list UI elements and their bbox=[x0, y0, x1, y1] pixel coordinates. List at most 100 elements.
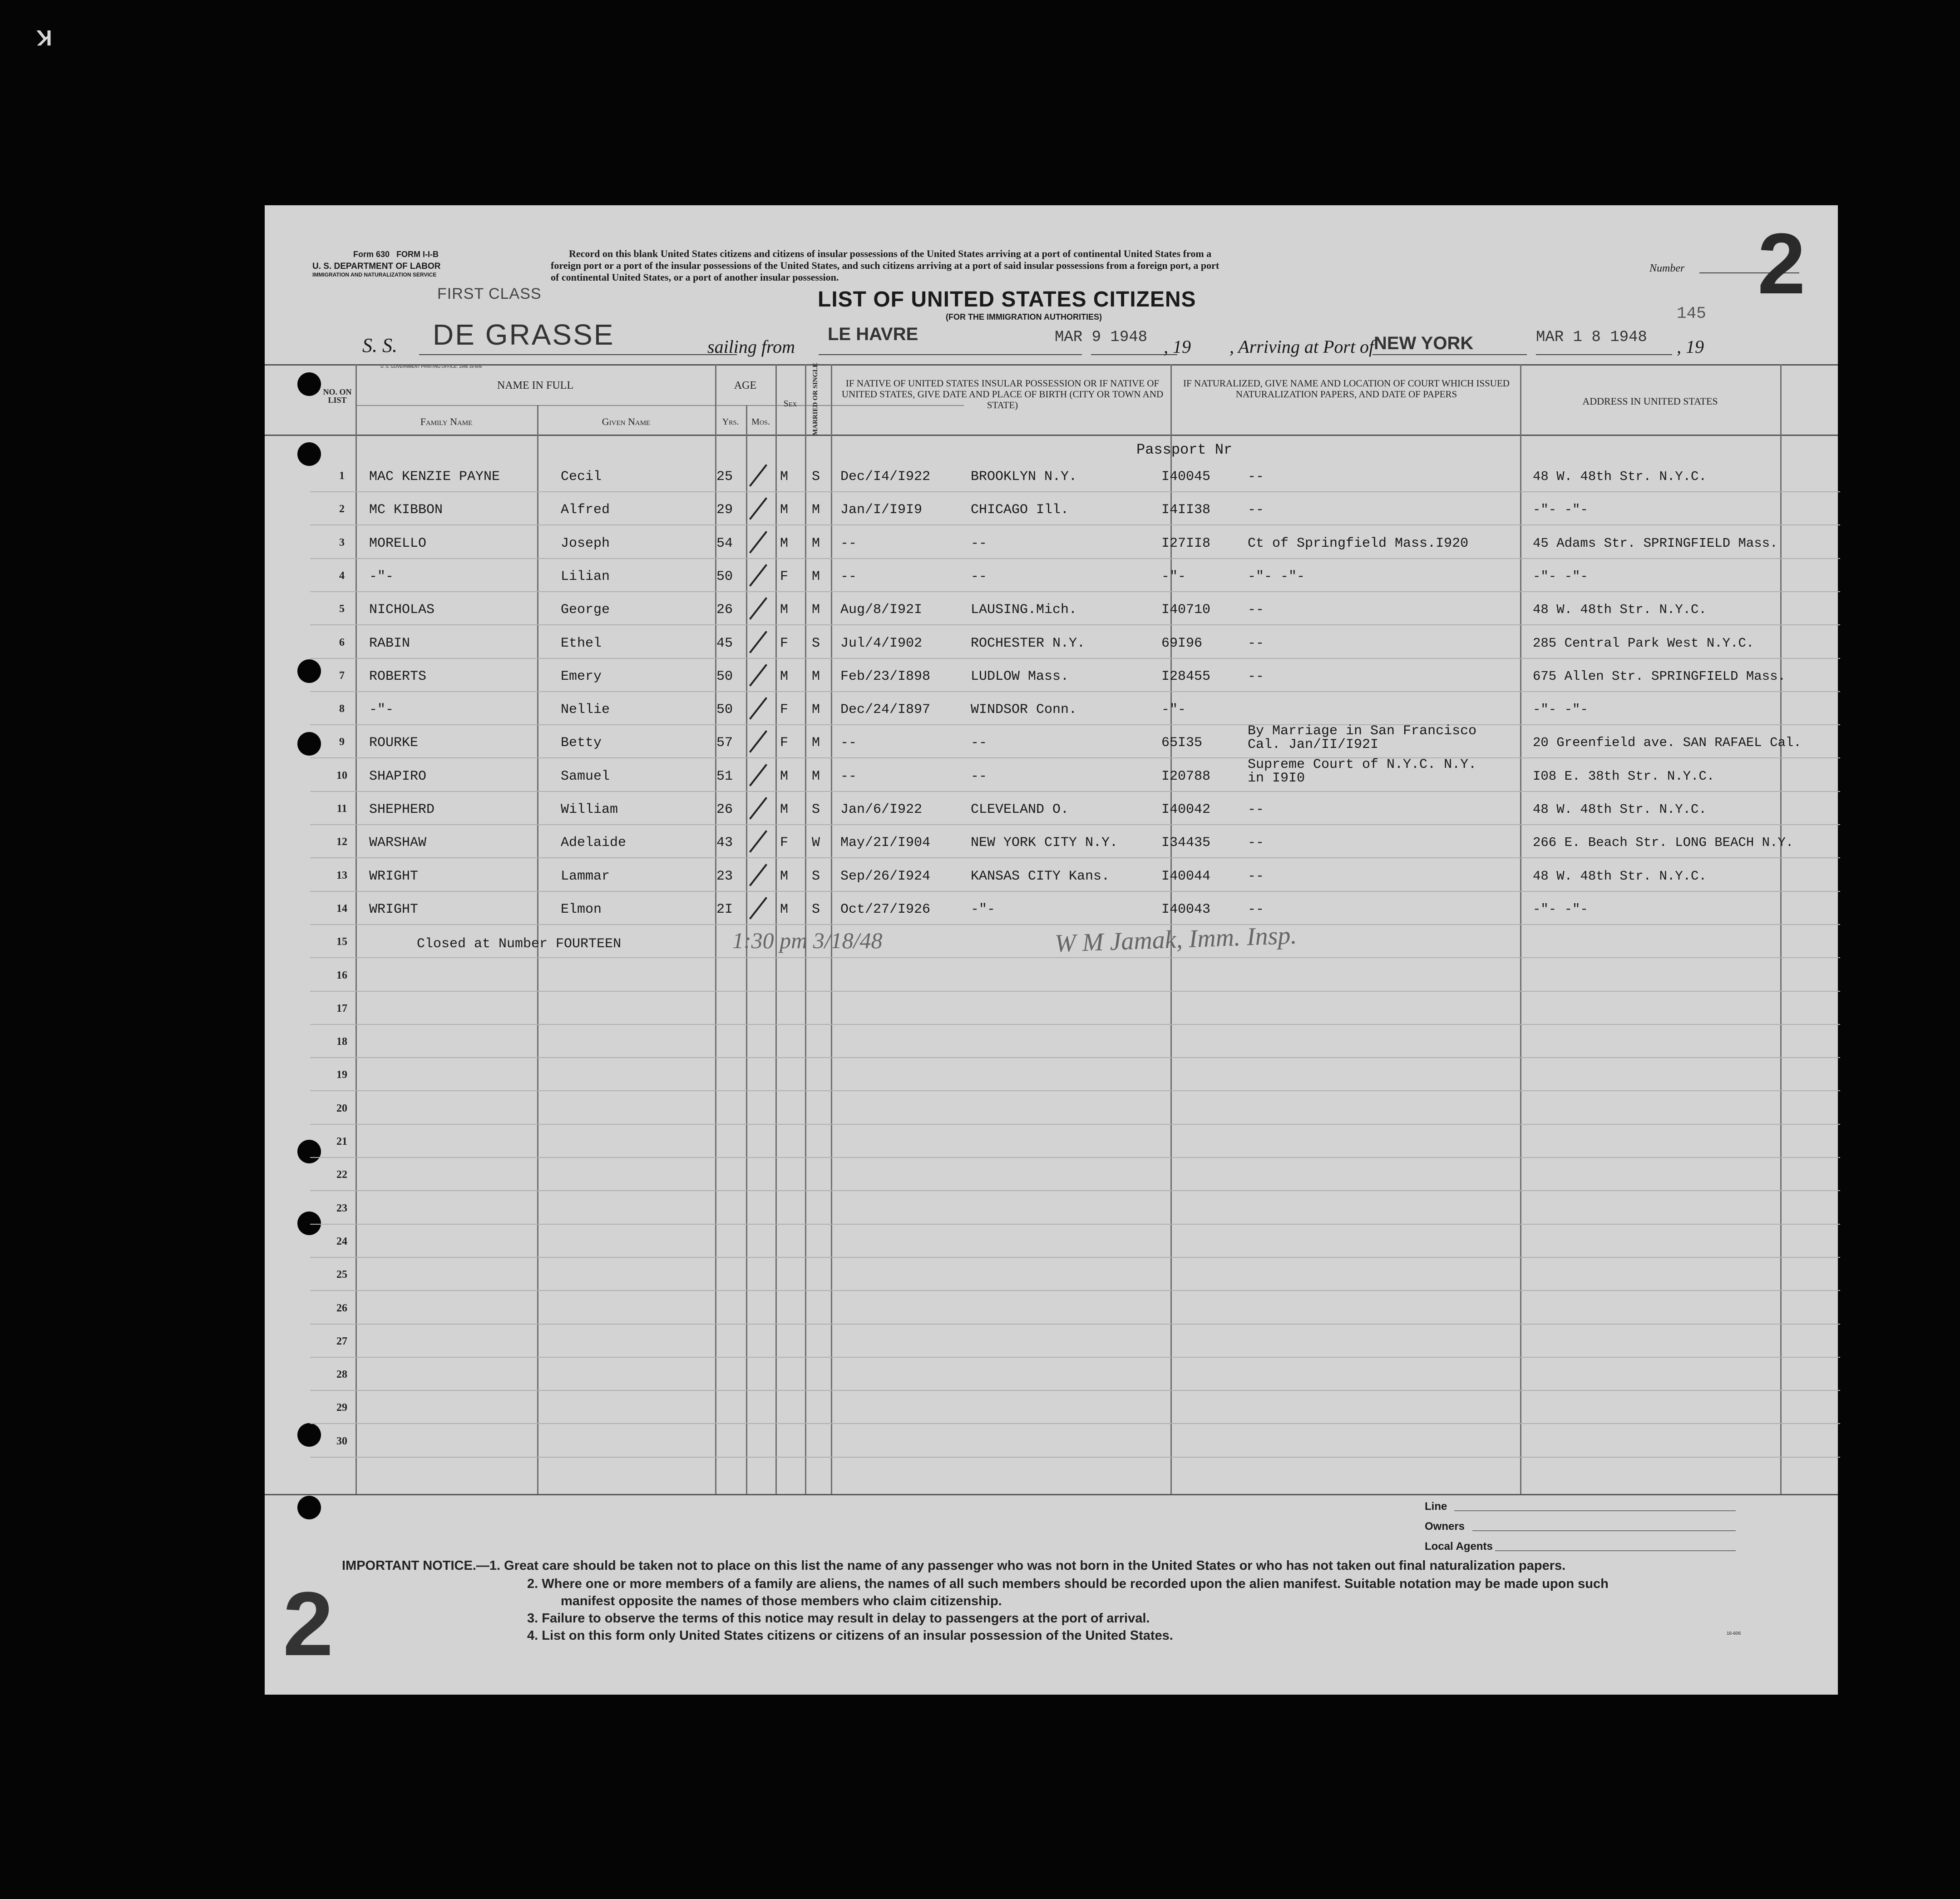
row-rule bbox=[310, 624, 1840, 626]
notice-2b: manifest opposite the names of those mem… bbox=[561, 1594, 1002, 1608]
row-rule bbox=[310, 524, 1840, 526]
owners-underline bbox=[1472, 1530, 1736, 1531]
row-rule bbox=[310, 1190, 1840, 1192]
passport-number: -"- bbox=[1161, 569, 1186, 584]
row-rule bbox=[310, 1356, 1840, 1358]
row-rule bbox=[310, 1057, 1840, 1058]
sex: M bbox=[780, 602, 789, 618]
sheet-number: 2 bbox=[1758, 216, 1806, 312]
row-rule bbox=[310, 1456, 1840, 1458]
months-slash bbox=[749, 630, 768, 653]
family-name: SHAPIRO bbox=[369, 768, 427, 784]
given-name: Adelaide bbox=[561, 835, 627, 851]
punch-hole bbox=[297, 442, 321, 466]
naturalization: -- bbox=[1248, 835, 1264, 851]
family-name: -"- bbox=[369, 702, 394, 718]
months-slash bbox=[749, 697, 768, 720]
us-address: 20 Greenfield ave. SAN RAFAEL Cal. bbox=[1533, 735, 1802, 751]
naturalization: -- bbox=[1248, 668, 1264, 684]
sex: F bbox=[780, 735, 789, 751]
row-number: 13 bbox=[336, 869, 347, 881]
passport-number: I4II38 bbox=[1161, 502, 1211, 518]
agents-label: Local Agents bbox=[1425, 1540, 1493, 1553]
from-underline bbox=[819, 354, 1082, 355]
header-yrs: Yrs. bbox=[722, 417, 739, 427]
naturalization: -- bbox=[1248, 868, 1264, 884]
months-slash bbox=[749, 597, 768, 620]
punch-hole bbox=[297, 659, 321, 683]
birth-date: Feb/23/I898 bbox=[840, 668, 931, 684]
row-number: 30 bbox=[336, 1435, 347, 1447]
sailing-label: sailing from bbox=[707, 336, 795, 357]
us-address: -"- -"- bbox=[1533, 901, 1588, 917]
age-years: 50 bbox=[716, 569, 733, 584]
marital-status: S bbox=[812, 469, 820, 485]
family-name: RABIN bbox=[369, 635, 410, 651]
row-number: 27 bbox=[336, 1335, 347, 1347]
birth-date: -- bbox=[840, 535, 857, 551]
row-rule bbox=[310, 1157, 1840, 1158]
age-years: 57 bbox=[716, 735, 733, 751]
marital-status: M bbox=[812, 569, 820, 584]
header-given: Given Name bbox=[602, 416, 651, 427]
age-years: 26 bbox=[716, 802, 733, 817]
birth-date: Dec/I4/I922 bbox=[840, 469, 931, 485]
birth-date: Oct/27/I926 bbox=[840, 901, 931, 917]
sex: M bbox=[780, 868, 789, 884]
row-number: 10 bbox=[336, 769, 347, 781]
sex: F bbox=[780, 635, 789, 651]
row-rule bbox=[310, 924, 1840, 925]
family-name: WARSHAW bbox=[369, 835, 427, 851]
months-slash bbox=[749, 730, 768, 753]
row-number: 3 bbox=[339, 536, 345, 549]
row-rule bbox=[310, 857, 1840, 859]
line-label: Line bbox=[1425, 1500, 1447, 1513]
corner-mark: K bbox=[36, 25, 52, 49]
given-name: Joseph bbox=[561, 535, 610, 551]
passport-number: I40710 bbox=[1161, 602, 1211, 618]
us-address: 675 Allen Str. SPRINGFIELD Mass. bbox=[1533, 668, 1786, 684]
passport-number: I40042 bbox=[1161, 802, 1211, 817]
family-name: MAC KENZIE PAYNE bbox=[369, 469, 500, 485]
header-married: Married or Single bbox=[812, 362, 819, 436]
birth-place: WINDSOR Conn. bbox=[971, 702, 1077, 718]
family-name: -"- bbox=[369, 569, 394, 584]
passport-number: I40043 bbox=[1161, 901, 1211, 917]
given-name: Samuel bbox=[561, 768, 610, 784]
months-slash bbox=[749, 530, 768, 554]
punch-hole bbox=[297, 1140, 321, 1163]
family-name: MORELLO bbox=[369, 535, 427, 551]
birth-place: NEW YORK CITY N.Y. bbox=[971, 835, 1118, 851]
naturalization: Ct of Springfield Mass.I920 bbox=[1248, 535, 1469, 551]
row-number: 15 bbox=[336, 936, 347, 948]
age-years: 50 bbox=[716, 702, 733, 718]
to-underline bbox=[1372, 354, 1527, 355]
us-address: 45 Adams Str. SPRINGFIELD Mass. bbox=[1533, 535, 1778, 551]
row-rule bbox=[310, 1423, 1840, 1424]
age-years: 54 bbox=[716, 535, 733, 551]
row-number: 24 bbox=[336, 1235, 347, 1247]
given-name: Cecil bbox=[561, 469, 602, 485]
given-name: Emery bbox=[561, 668, 602, 684]
row-rule bbox=[310, 724, 1840, 726]
row-rule bbox=[310, 890, 1840, 892]
passport-number: I40044 bbox=[1161, 868, 1211, 884]
us-address: 285 Central Park West N.Y.C. bbox=[1533, 635, 1754, 651]
notice-3: 3. Failure to observe the terms of this … bbox=[527, 1611, 1150, 1626]
birth-date: Jan/I/I9I9 bbox=[840, 502, 923, 518]
form-subtitle: (FOR THE IMMIGRATION AUTHORITIES) bbox=[946, 312, 1102, 321]
us-address: -"- -"- bbox=[1533, 569, 1588, 584]
passport-header: Passport Nr bbox=[1136, 441, 1233, 458]
class-stamp: FIRST CLASS bbox=[437, 285, 542, 302]
row-rule bbox=[310, 1290, 1840, 1291]
us-address: 48 W. 48th Str. N.Y.C. bbox=[1533, 802, 1707, 817]
marital-status: M bbox=[812, 768, 820, 784]
sex: M bbox=[780, 768, 789, 784]
months-slash bbox=[749, 797, 768, 820]
given-name: William bbox=[561, 802, 618, 817]
row-rule bbox=[310, 658, 1840, 659]
row-rule bbox=[310, 1223, 1840, 1225]
row-number: 5 bbox=[339, 603, 345, 615]
sail-date: MAR 9 1948 bbox=[1055, 329, 1148, 346]
age-years: 50 bbox=[716, 668, 733, 684]
